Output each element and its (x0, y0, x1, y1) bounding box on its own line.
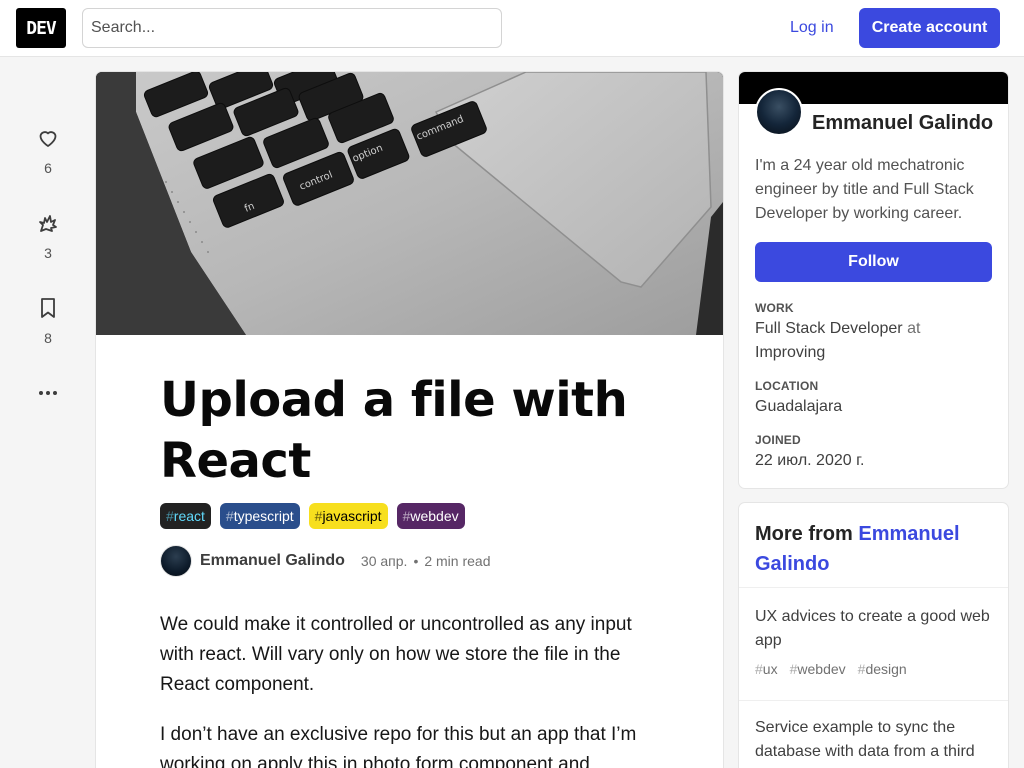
top-header: DEV Log in Create account (0, 0, 1024, 57)
article-paragraph: I don’t have an exclusive repo for this … (160, 724, 637, 768)
tag-list: # react # typescript # javascript # webdev (160, 503, 465, 529)
tag-typescript[interactable]: # typescript (219, 503, 300, 529)
more-from-prefix: More from (755, 523, 853, 545)
joined-value: 22 июл. 2020 г. (755, 452, 865, 469)
author-profile-card: Emmanuel Galindo I'm a 24 year old mecha… (739, 72, 1008, 488)
article-title: Upload a file with React (160, 372, 628, 489)
author-avatar[interactable] (160, 545, 192, 577)
tag-javascript[interactable]: # javascript (308, 503, 388, 529)
search-input[interactable] (82, 8, 502, 48)
article-card: fn control option command Upload a file … (96, 72, 723, 768)
publish-date: 30 апр. (360, 553, 408, 569)
create-account-button[interactable]: Create account (859, 8, 1000, 48)
meta-separator: • (413, 553, 419, 569)
more-options-icon (39, 391, 57, 395)
heart-icon (39, 131, 57, 148)
more-options-button[interactable] (16, 381, 80, 405)
dev-logo[interactable]: DEV (16, 8, 66, 48)
bookmark-icon (41, 298, 55, 318)
author-row: Emmanuel Galindo 30 апр. • 2 min read (160, 545, 491, 577)
work-value: Full Stack Developer at Improving (755, 317, 992, 365)
read-time: 2 min read (424, 553, 491, 569)
tag-webdev[interactable]: #webdev (790, 661, 846, 677)
unicorn-icon (39, 215, 57, 232)
work-role: Full Stack Developer (755, 320, 903, 337)
tag-ux[interactable]: #ux (755, 661, 778, 677)
bookmark-count: 8 (44, 330, 52, 346)
location-value: Guadalajara (755, 398, 843, 415)
article-paragraph: We could make it controlled or uncontrol… (160, 614, 632, 695)
more-from-heading: More from Emmanuel Galindo (739, 503, 1008, 588)
bookmark-button[interactable]: 8 (16, 296, 80, 346)
heart-reaction-button[interactable]: 6 (16, 126, 80, 176)
heart-count: 6 (44, 160, 52, 176)
profile-bio: I'm a 24 year old mechatronic engineer b… (755, 157, 974, 222)
work-company: Improving (755, 344, 826, 361)
author-name[interactable]: Emmanuel Galindo (200, 552, 345, 570)
location-label: Location (755, 379, 819, 393)
more-from-item[interactable]: UX advices to create a good web app #ux … (739, 605, 1008, 701)
laptop-photo: fn control option command (96, 72, 723, 335)
tag-design[interactable]: #design (858, 661, 907, 677)
unicorn-reaction-button[interactable]: 3 (16, 211, 80, 261)
more-item-title[interactable]: Service example to sync the database wit… (755, 716, 992, 764)
more-item-tags: #ux #webdev #design (755, 661, 992, 677)
profile-avatar[interactable] (755, 88, 803, 136)
tag-webdev[interactable]: #webdev (396, 503, 465, 529)
work-label: Work (755, 301, 794, 315)
cover-image: fn control option command (96, 72, 723, 335)
profile-name[interactable]: Emmanuel Galindo (812, 112, 993, 135)
more-item-title[interactable]: UX advices to create a good web app (755, 605, 992, 653)
tag-react[interactable]: # react (160, 503, 211, 529)
follow-button[interactable]: Follow (755, 242, 992, 282)
more-from-item[interactable]: Service example to sync the database wit… (739, 716, 1008, 768)
unicorn-count: 3 (44, 245, 52, 261)
login-link[interactable]: Log in (775, 8, 849, 48)
more-from-author-card: More from Emmanuel Galindo UX advices to… (739, 503, 1008, 768)
work-at: at (907, 320, 921, 337)
joined-label: Joined (755, 433, 801, 447)
